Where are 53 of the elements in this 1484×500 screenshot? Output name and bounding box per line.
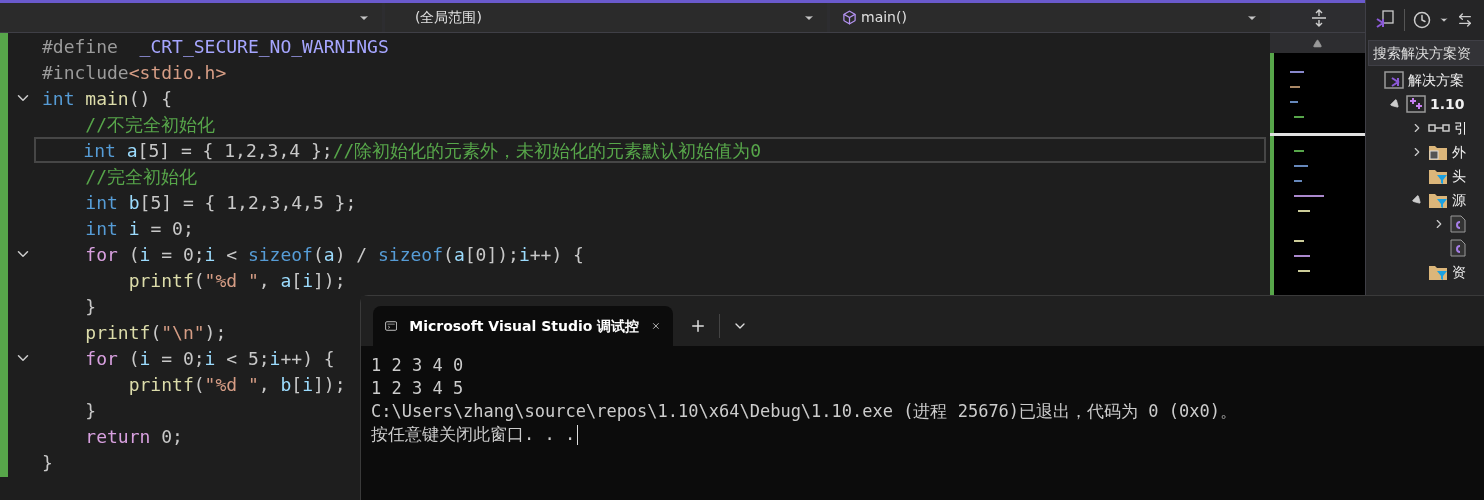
code-line: //不完全初始化 xyxy=(84,112,216,137)
sync-icon[interactable] xyxy=(1457,12,1473,28)
folder-shortcut-icon xyxy=(1428,143,1448,161)
code-line: } xyxy=(84,398,97,423)
code-line: printf("%d ", b[i]); xyxy=(127,372,346,397)
solution-icon xyxy=(1384,71,1404,89)
tree-item[interactable]: 源 xyxy=(1452,189,1466,211)
cube-icon xyxy=(842,10,857,25)
scope-dropdown[interactable]: (全局范围) xyxy=(385,3,827,32)
code-line: #include<stdio.h> xyxy=(41,60,227,85)
history-icon[interactable] xyxy=(1413,11,1431,29)
text-cursor xyxy=(577,424,579,445)
new-tab-icon[interactable] xyxy=(689,317,707,335)
tree-item[interactable]: 外 xyxy=(1452,141,1466,163)
tree-item[interactable]: 解决方案 xyxy=(1408,69,1464,91)
console-output-line: 1 2 3 4 5 xyxy=(371,376,464,400)
code-line: int i = 0; xyxy=(84,216,194,241)
code-line: } xyxy=(84,294,97,319)
expanded-arrow-icon[interactable] xyxy=(1410,193,1424,207)
code-line: } xyxy=(41,450,53,475)
split-icon xyxy=(1311,8,1327,27)
code-line: for (i = 0;i < sizeof(a) / sizeof(a[0]);i++) { xyxy=(84,242,584,267)
c-file-icon xyxy=(1450,239,1466,257)
expanded-arrow-icon[interactable] xyxy=(1388,97,1402,111)
dropdown-caret-icon[interactable] xyxy=(1439,15,1449,25)
code-line: return 0; xyxy=(84,424,183,449)
solution-view-icon[interactable] xyxy=(1374,9,1396,31)
tab-title: Microsoft Visual Studio 调试控 xyxy=(409,316,640,336)
terminal-tab[interactable]: Microsoft Visual Studio 调试控 xyxy=(373,306,673,346)
tree-item[interactable]: 1.10 xyxy=(1430,93,1465,115)
c-file-icon xyxy=(1450,215,1466,233)
filter-folder-icon xyxy=(1428,263,1448,281)
console-output-line: C:\Users\zhang\source\repos\1.10\x64\Debug\1.10.exe (进程 25676)已退出，代码为 0 (0x0)。 xyxy=(371,399,1237,423)
code-line: #define _CRT_SECURE_NO_WARNINGS xyxy=(41,34,389,59)
code-line: for (i = 0;i < 5;i++) { xyxy=(84,346,335,371)
code-line: int main() { xyxy=(41,86,173,111)
tree-item[interactable]: 资 xyxy=(1452,261,1466,283)
tree-item[interactable]: 头 xyxy=(1452,165,1466,187)
search-field[interactable]: 搜索解决方案资 xyxy=(1368,40,1484,66)
code-line: int b[5] = { 1,2,3,4,5 }; xyxy=(84,190,357,215)
code-line: printf("\n"); xyxy=(84,320,227,345)
console-output-line: 按任意键关闭此窗口. . . xyxy=(371,422,576,446)
filter-folder-icon xyxy=(1428,167,1448,185)
code-line: //完全初始化 xyxy=(84,164,198,189)
code-line: printf("%d ", a[i]); xyxy=(127,268,346,293)
project-icon xyxy=(1406,95,1426,113)
scroll-up-icon[interactable] xyxy=(1313,38,1322,48)
tree-item[interactable]: 引 xyxy=(1454,117,1468,139)
member-dropdown[interactable]: main() xyxy=(830,3,1270,32)
console-icon xyxy=(385,318,398,334)
references-icon xyxy=(1428,122,1450,134)
filter-folder-icon xyxy=(1428,191,1448,209)
console-output-line: 1 2 3 4 0 xyxy=(371,353,464,377)
